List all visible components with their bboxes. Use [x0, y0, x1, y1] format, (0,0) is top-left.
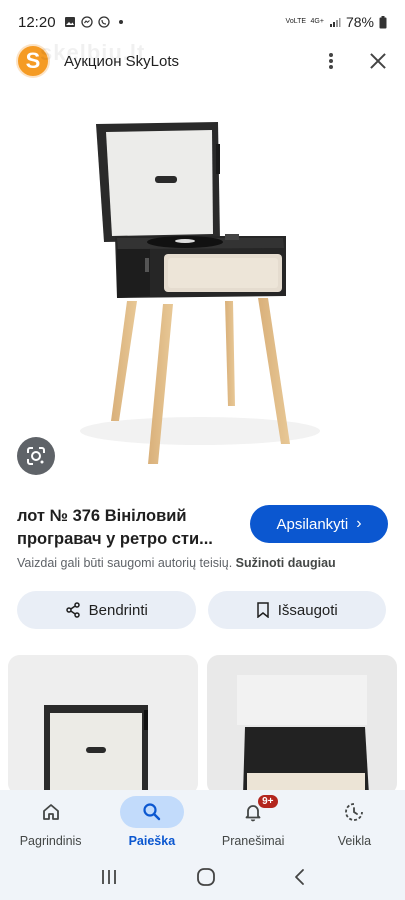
system-nav-bar — [0, 854, 405, 900]
share-label: Bendrinti — [88, 601, 148, 619]
network-type-label: 4G+ — [310, 18, 324, 25]
result-info: лот № 376 Вініловий програвач у ретро ст… — [17, 505, 388, 551]
share-icon — [65, 602, 80, 618]
image-icon — [64, 17, 75, 27]
more-options-icon[interactable] — [321, 49, 341, 73]
status-bar: 12:20 VoLTE 4G+ 78% — [0, 0, 405, 44]
visit-button-label: Apsilankyti — [276, 515, 349, 533]
nav-label-home: Pagrindinis — [19, 834, 82, 848]
result-image[interactable] — [0, 86, 405, 486]
chevron-right-icon: › — [356, 515, 362, 532]
nav-icon-container — [322, 796, 386, 828]
related-image-2[interactable] — [207, 655, 397, 795]
home-button-icon[interactable] — [196, 867, 216, 887]
copyright-text: Vaizdai gali būti saugomi autorių teisių… — [17, 556, 233, 570]
action-buttons: Bendrinti Išsaugoti — [17, 591, 386, 629]
result-title[interactable]: лот № 376 Вініловий програвач у ретро ст… — [17, 505, 242, 551]
bottom-nav: Pagrindinis Paieška 9+ Pranešimai Veikla — [0, 790, 405, 854]
related-image-2-illustration — [207, 655, 397, 795]
nav-item-notifications[interactable]: 9+ Pranešimai — [203, 790, 304, 854]
visit-button[interactable]: Apsilankyti › — [250, 505, 388, 543]
related-image-1-illustration — [8, 655, 198, 795]
battery-icon — [379, 15, 387, 28]
watermark-text: skelbiu.lt — [40, 40, 146, 65]
save-label: Išsaugoti — [277, 601, 338, 619]
related-image-1[interactable] — [8, 655, 198, 795]
search-icon — [143, 803, 161, 821]
result-header: skelbiu.lt S Аукцион SkyLots — [0, 40, 405, 82]
nav-icon-container — [119, 796, 184, 828]
messenger-icon — [80, 16, 93, 28]
nav-label-activity: Veikla — [337, 834, 372, 848]
status-right: VoLTE 4G+ 78% — [286, 14, 387, 30]
copyright-notice: Vaizdai gali būti saugomi autorių teisių… — [17, 556, 336, 570]
lens-icon — [27, 447, 45, 465]
bookmark-icon — [256, 602, 269, 618]
nav-icon-container: 9+ — [221, 794, 285, 828]
notification-icons — [64, 16, 127, 28]
activity-icon — [345, 803, 364, 821]
nav-item-search[interactable]: Paieška — [101, 790, 202, 854]
nav-label-notifications: Pranešimai — [221, 834, 285, 848]
share-button[interactable]: Bendrinti — [17, 591, 196, 629]
battery-percent: 78% — [345, 14, 374, 30]
learn-more-link[interactable]: Sužinoti daugiau — [236, 556, 336, 570]
notification-badge: 9+ — [257, 794, 279, 809]
save-button[interactable]: Išsaugoti — [207, 591, 386, 629]
nav-label-search: Paieška — [128, 834, 176, 848]
volte-label: VoLTE — [285, 18, 307, 25]
status-time: 12:20 — [18, 13, 56, 31]
nav-item-activity[interactable]: Veikla — [304, 790, 405, 854]
home-icon — [42, 804, 59, 820]
record-player-illustration — [80, 122, 320, 464]
signal-icon — [329, 18, 341, 27]
nav-item-home[interactable]: Pagrindinis — [0, 790, 101, 854]
lens-button[interactable] — [17, 437, 55, 475]
recent-apps-icon[interactable] — [99, 868, 119, 886]
dot-icon — [118, 20, 123, 24]
viber-icon — [97, 16, 110, 28]
header-actions — [321, 49, 389, 73]
back-icon[interactable] — [293, 868, 307, 886]
close-icon[interactable] — [367, 50, 389, 72]
nav-icon-container — [19, 796, 83, 828]
